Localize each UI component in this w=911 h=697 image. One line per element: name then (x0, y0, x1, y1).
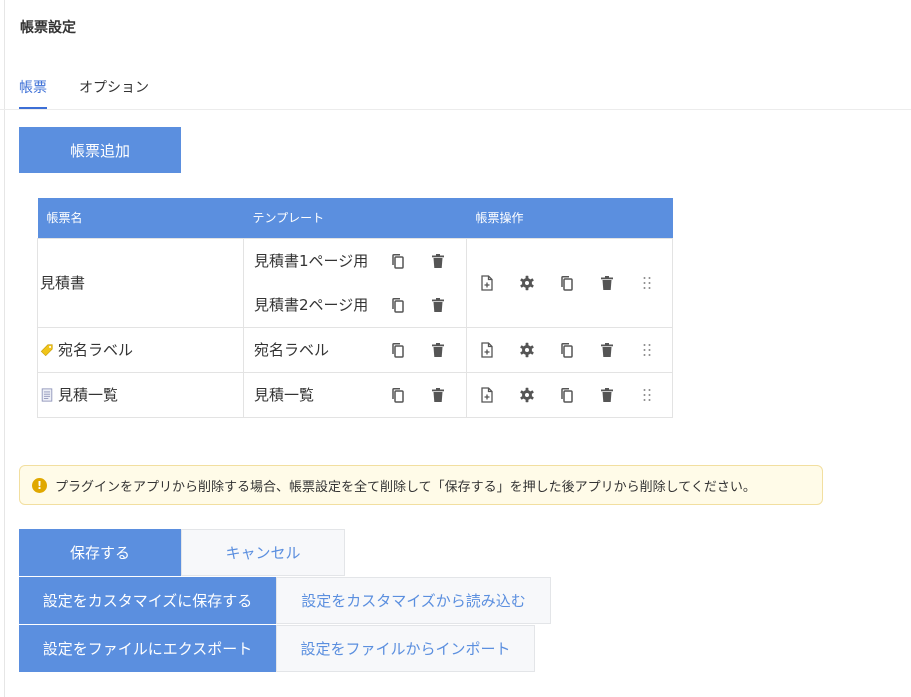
notice-banner: ! プラグインをアプリから削除する場合、帳票設定を全て削除して「保存する」を押し… (19, 465, 823, 505)
copy-icon[interactable] (559, 387, 575, 403)
gear-icon[interactable] (519, 387, 535, 403)
template-item: 宛名ラベル (244, 328, 466, 372)
copy-icon[interactable] (559, 275, 575, 291)
form-name-cell: 宛名ラベル (37, 326, 244, 373)
document-list-icon (40, 387, 54, 402)
template-cell: 見積一覧 (243, 371, 467, 418)
table-row: 見積一覧 見積一覧 (37, 371, 673, 418)
save-to-customize-button[interactable]: 設定をカスタマイズに保存する (19, 577, 276, 624)
drag-handle-icon[interactable] (639, 275, 655, 291)
header-form-actions: 帳票操作 (466, 198, 673, 238)
form-actions (479, 386, 672, 403)
copy-icon[interactable] (390, 387, 406, 403)
add-file-icon[interactable] (479, 274, 495, 291)
copy-icon[interactable] (390, 342, 406, 358)
trash-icon[interactable] (430, 342, 446, 358)
header-template: テンプレート (243, 198, 467, 238)
form-actions-cell (466, 237, 673, 328)
template-name: 見積書2ページ用 (254, 296, 369, 314)
import-from-file-button[interactable]: 設定をファイルからインポート (276, 625, 535, 672)
trash-icon[interactable] (430, 297, 446, 313)
notice-text: プラグインをアプリから削除する場合、帳票設定を全て削除して「保存する」を押した後… (55, 479, 756, 495)
form-name-label: 宛名ラベル (58, 341, 134, 359)
form-name-label: 見積一覧 (58, 386, 119, 404)
add-file-icon[interactable] (479, 386, 495, 403)
save-button[interactable]: 保存する (19, 529, 181, 576)
trash-icon[interactable] (430, 387, 446, 403)
form-name: 見積書 (40, 272, 243, 293)
add-file-icon[interactable] (479, 341, 495, 358)
form-name-cell: 見積書 (37, 237, 244, 328)
template-cell: 見積書1ページ用 見積書2ページ用 (243, 237, 467, 328)
trash-icon[interactable] (430, 253, 446, 269)
drag-handle-icon[interactable] (639, 342, 655, 358)
form-actions-cell (466, 326, 673, 373)
copy-icon[interactable] (559, 342, 575, 358)
tab-bar: 帳票 オプション (0, 70, 911, 110)
form-name: 見積一覧 (40, 384, 243, 405)
form-actions (479, 274, 672, 291)
forms-table: 帳票名 テンプレート 帳票操作 見積書 見積書1ページ用 見積書2ページ用 宛名ラベル… (37, 198, 673, 418)
trash-icon[interactable] (599, 275, 615, 291)
warning-icon: ! (32, 477, 47, 493)
cancel-button[interactable]: キャンセル (181, 529, 345, 576)
tab-options[interactable]: オプション (79, 77, 149, 97)
tab-forms[interactable]: 帳票 (19, 77, 47, 109)
add-form-button[interactable]: 帳票追加 (19, 127, 181, 173)
gear-icon[interactable] (519, 275, 535, 291)
form-actions-cell (466, 371, 673, 418)
template-name: 見積書1ページ用 (254, 252, 369, 270)
form-name: 宛名ラベル (40, 339, 243, 360)
trash-icon[interactable] (599, 342, 615, 358)
template-cell: 宛名ラベル (243, 326, 467, 373)
copy-icon[interactable] (390, 297, 406, 313)
table-body: 見積書 見積書1ページ用 見積書2ページ用 宛名ラベル 宛名ラベル 見積一覧 見積一覧 (37, 237, 673, 418)
table-row: 見積書 見積書1ページ用 見積書2ページ用 (37, 237, 673, 328)
template-item: 見積一覧 (244, 373, 466, 417)
export-to-file-button[interactable]: 設定をファイルにエクスポート (19, 625, 276, 672)
template-name: 見積一覧 (254, 386, 315, 404)
template-item: 見積書2ページ用 (244, 283, 466, 327)
template-name: 宛名ラベル (254, 341, 330, 359)
template-item: 見積書1ページ用 (244, 239, 466, 283)
header-form-name: 帳票名 (37, 198, 244, 238)
gear-icon[interactable] (519, 342, 535, 358)
form-name-label: 見積書 (40, 274, 86, 292)
load-from-customize-button[interactable]: 設定をカスタマイズから読み込む (276, 577, 551, 624)
drag-handle-icon[interactable] (639, 387, 655, 403)
copy-icon[interactable] (390, 253, 406, 269)
trash-icon[interactable] (599, 387, 615, 403)
form-actions (479, 341, 672, 358)
form-name-cell: 見積一覧 (37, 371, 244, 418)
page-title: 帳票設定 (20, 20, 76, 36)
table-row: 宛名ラベル 宛名ラベル (37, 326, 673, 373)
table-header-row: 帳票名 テンプレート 帳票操作 (37, 198, 673, 238)
label-tag-icon (40, 343, 54, 357)
